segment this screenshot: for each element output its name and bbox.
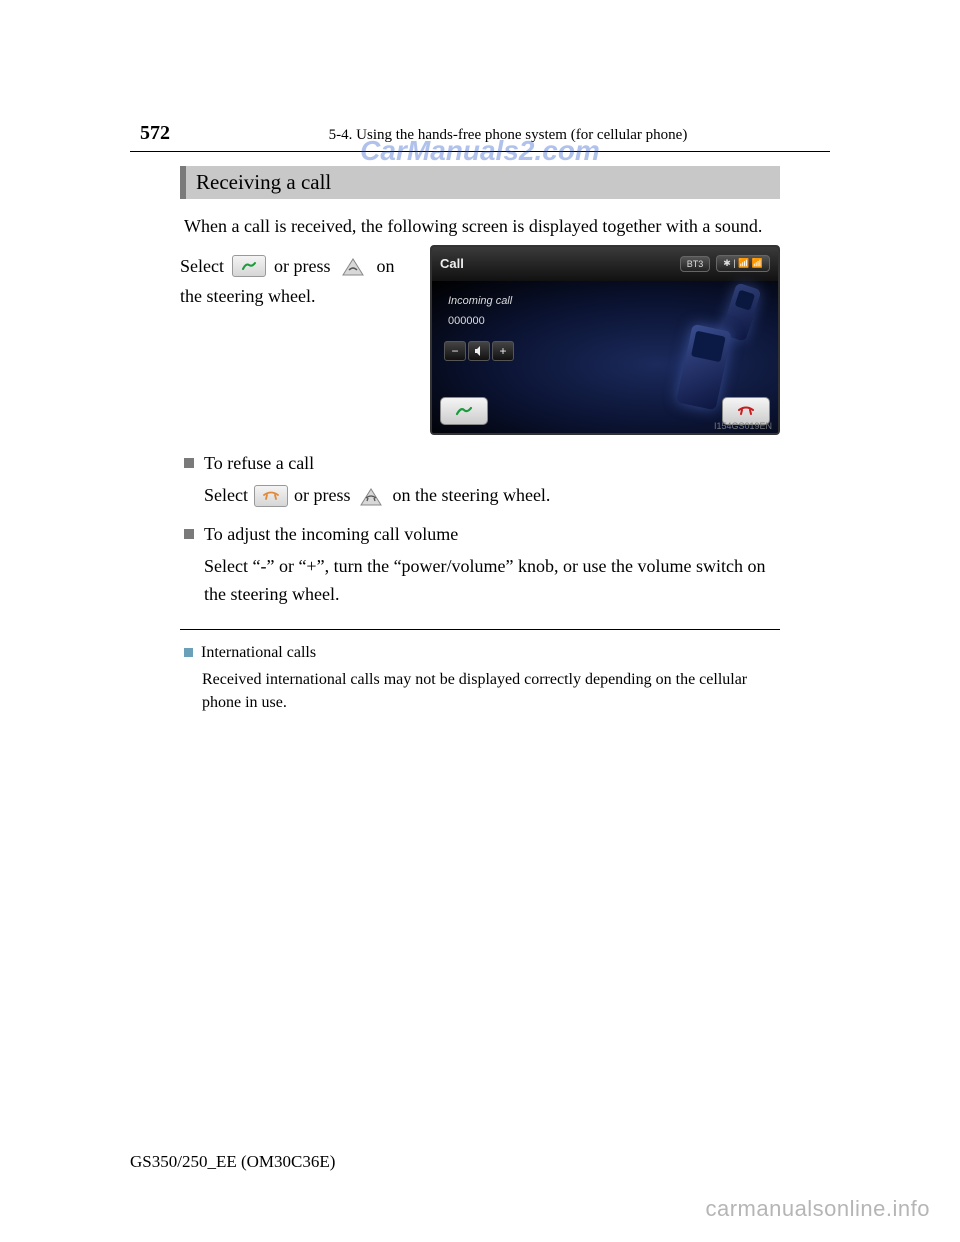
ss-incoming-label: Incoming call — [448, 295, 512, 307]
text-or-press: or press — [274, 251, 331, 282]
reject-call-steering-icon — [356, 484, 386, 508]
reject-call-screen-icon — [254, 485, 288, 507]
divider — [180, 629, 780, 630]
text-on: on — [376, 251, 394, 282]
text-steering-wheel: the steering wheel. — [180, 281, 410, 312]
ss-vol-speaker-icon — [468, 341, 490, 361]
intro-text: When a call is received, the following s… — [184, 213, 776, 241]
ss-vol-down-icon: − — [444, 341, 466, 361]
page-content: 572 5-4. Using the hands-free phone syst… — [130, 122, 830, 1182]
text-select: Select — [180, 251, 224, 282]
watermark-bottom: carmanualsonline.info — [705, 1196, 930, 1222]
note-body: Received international calls may not be … — [202, 668, 776, 714]
ss-accept-icon — [440, 397, 488, 425]
bullet-icon — [184, 529, 194, 539]
note-block: International calls Received internation… — [180, 644, 780, 714]
ss-chip-signal: ✱ | 📶 📶 — [716, 255, 770, 272]
sub-title-refuse: To refuse a call — [204, 453, 314, 474]
incoming-call-screenshot: Call BT3 ✱ | 📶 📶 Incoming call 000000 − … — [430, 245, 780, 435]
ss-vol-up-icon: + — [492, 341, 514, 361]
bullet-icon — [184, 458, 194, 468]
sub-item-volume: To adjust the incoming call volume Selec… — [184, 524, 776, 609]
footer-text: GS350/250_EE (OM30C36E) — [130, 1152, 335, 1172]
watermark-top: CarManuals2.com — [360, 135, 600, 167]
select-instruction: Select or press on the steering wheel. — [180, 251, 410, 435]
refuse-text-or-press: or press — [294, 482, 351, 510]
refuse-text-end: on the steering wheel. — [392, 482, 550, 510]
ss-number: 000000 — [448, 315, 485, 327]
page-number: 572 — [140, 122, 196, 145]
sub-body-volume: Select “-” or “+”, turn the “power/volum… — [204, 553, 776, 609]
ss-chip-bt: BT3 — [680, 256, 711, 272]
sub-title-volume: To adjust the incoming call volume — [204, 524, 458, 545]
sub-item-refuse: To refuse a call Select or press on the … — [184, 453, 776, 510]
refuse-text-select: Select — [204, 482, 248, 510]
ss-volume-group: − + — [444, 341, 514, 361]
note-bullet-icon — [184, 648, 193, 657]
ss-title: Call — [440, 256, 674, 271]
note-title: International calls — [201, 644, 316, 662]
section-heading: Receiving a call — [180, 166, 780, 199]
accept-call-screen-icon — [232, 255, 266, 277]
ss-image-code: I154GS019EN — [714, 421, 772, 431]
accept-call-steering-icon — [338, 254, 368, 278]
